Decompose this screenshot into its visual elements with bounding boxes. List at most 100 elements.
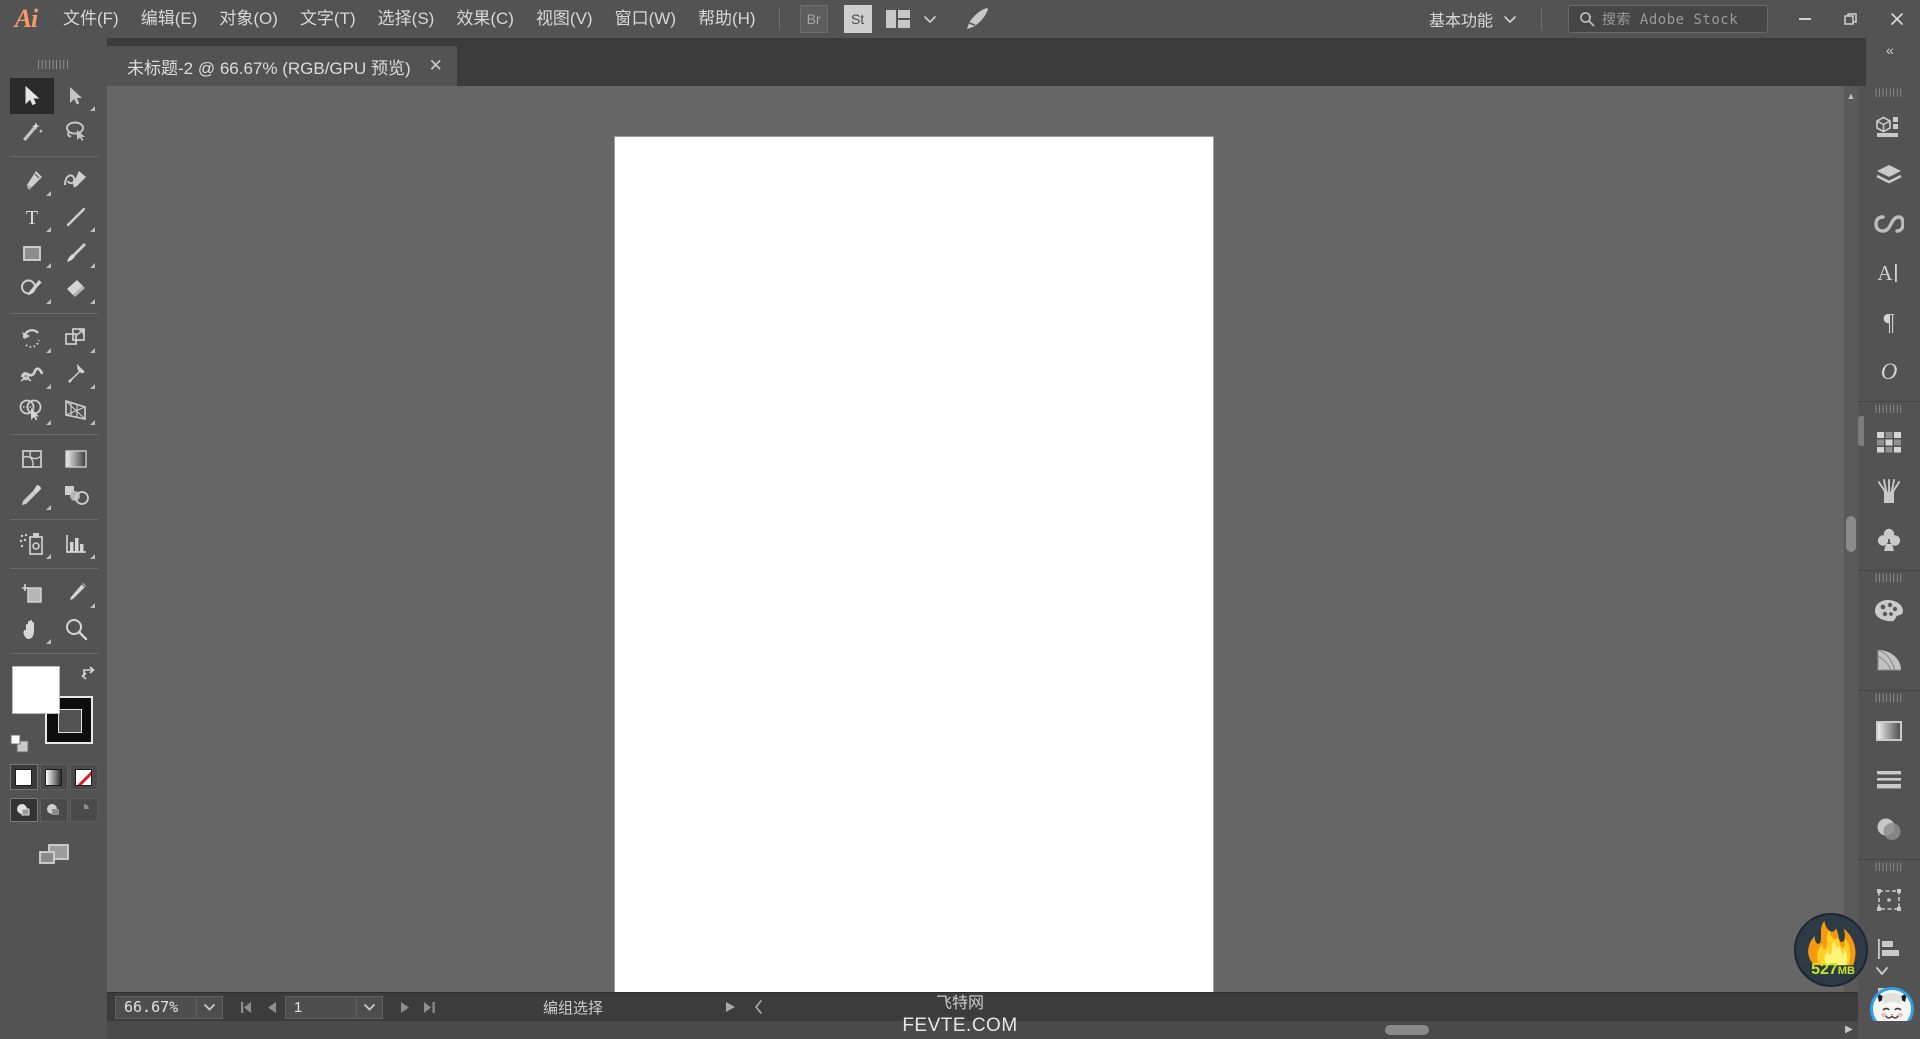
workspace-switcher[interactable]: 基本功能 (1417, 7, 1529, 31)
panel-opentype[interactable]: O (1858, 346, 1920, 395)
symbol-sprayer-tool[interactable] (10, 526, 54, 562)
panel-layers[interactable] (1858, 150, 1920, 199)
magic-wand-tool[interactable] (10, 114, 54, 150)
document-tab[interactable]: 未标题-2 @ 66.67% (RGB/GPU 预览) ✕ (107, 46, 457, 86)
change-screen-mode-button[interactable] (31, 838, 77, 872)
panel-stroke[interactable] (1858, 755, 1920, 804)
scale-tool[interactable] (54, 320, 98, 356)
zoom-level-input[interactable]: 66.67% (115, 995, 197, 1019)
dock-group-grip[interactable]: |||||||| (1858, 691, 1920, 706)
free-transform-tool[interactable] (54, 356, 98, 392)
menu-window[interactable]: 窗口(W) (604, 0, 687, 38)
menu-edit[interactable]: 编辑(E) (130, 0, 209, 38)
dock-edge-handle[interactable] (1858, 416, 1864, 446)
eyedropper-tool[interactable] (10, 477, 54, 513)
gradient-tool[interactable] (54, 441, 98, 477)
first-artboard-icon[interactable] (233, 995, 259, 1020)
hand-tool[interactable] (10, 611, 54, 647)
last-artboard-icon[interactable] (417, 995, 443, 1020)
rotate-tool[interactable] (10, 320, 54, 356)
perspective-grid-tool[interactable] (54, 392, 98, 428)
horizontal-scroll-thumb[interactable] (1385, 1025, 1429, 1035)
panel-color[interactable] (1858, 586, 1920, 635)
curvature-tool[interactable] (54, 163, 98, 199)
current-tool-status[interactable]: 编组选择 (543, 997, 603, 1018)
dock-group-grip[interactable]: |||||||| (1858, 860, 1920, 875)
artboard-number-input[interactable]: 1 (285, 995, 357, 1019)
type-tool[interactable]: T (10, 199, 54, 235)
menu-view[interactable]: 视图(V) (525, 0, 604, 38)
window-restore-button[interactable] (1828, 0, 1874, 38)
gradient-mode-button[interactable] (39, 764, 68, 790)
dock-group-grip[interactable]: |||||||| (1858, 86, 1920, 101)
artboard-dropdown-icon[interactable] (357, 995, 383, 1019)
shape-builder-tool[interactable] (10, 392, 54, 428)
dock-group-grip[interactable]: |||||||| (1858, 571, 1920, 586)
panel-swatches[interactable] (1858, 417, 1920, 466)
paintbrush-tool[interactable] (54, 235, 98, 271)
column-graph-tool[interactable] (54, 526, 98, 562)
panel-libraries[interactable] (1858, 199, 1920, 248)
canvas-area[interactable]: ▲ ▼ (107, 86, 1858, 1010)
next-artboard-icon[interactable] (391, 995, 417, 1020)
color-mode-button[interactable] (9, 764, 38, 790)
dock-collapse-button[interactable]: « (1866, 38, 1920, 58)
panel-transform[interactable] (1858, 875, 1920, 924)
panel-character[interactable]: A (1858, 248, 1920, 297)
menu-effect[interactable]: 效果(C) (445, 0, 525, 38)
slice-tool[interactable] (54, 575, 98, 611)
window-minimize-button[interactable] (1782, 0, 1828, 38)
memory-chevron-down-icon[interactable] (1874, 965, 1890, 977)
panel-properties[interactable] (1858, 101, 1920, 150)
menu-select[interactable]: 选择(S) (367, 0, 446, 38)
menu-help[interactable]: 帮助(H) (687, 0, 767, 38)
toolbar-grip[interactable]: ||||||||| (0, 60, 107, 74)
shaper-tool[interactable] (10, 271, 54, 307)
canvas-vertical-scrollbar[interactable]: ▲ ▼ (1844, 86, 1858, 1010)
panel-gradient[interactable] (1858, 706, 1920, 755)
draw-normal-button[interactable] (9, 798, 38, 822)
fill-color-swatch[interactable] (11, 666, 60, 714)
line-segment-tool[interactable] (54, 199, 98, 235)
artboard-tool[interactable] (10, 575, 54, 611)
pen-tool[interactable] (10, 163, 54, 199)
menu-object[interactable]: 对象(O) (208, 0, 289, 38)
mesh-tool[interactable] (10, 441, 54, 477)
bridge-button[interactable]: Br (799, 5, 828, 33)
draw-behind-button[interactable] (39, 798, 68, 822)
panel-transparency[interactable] (1858, 804, 1920, 853)
scroll-up-icon[interactable]: ▲ (1844, 88, 1858, 104)
eraser-tool[interactable] (54, 271, 98, 307)
arrange-chevron-down-icon[interactable] (916, 4, 944, 34)
window-close-button[interactable] (1874, 0, 1920, 38)
rectangle-tool[interactable] (10, 235, 54, 271)
arrange-documents-icon[interactable] (880, 4, 916, 34)
blend-tool[interactable] (54, 477, 98, 513)
menu-file[interactable]: 文件(F) (52, 0, 130, 38)
status-play-icon[interactable] (723, 1000, 737, 1014)
swap-fill-stroke-icon[interactable] (80, 664, 98, 682)
rocket-icon[interactable] (958, 4, 996, 34)
zoom-tool[interactable] (54, 611, 98, 647)
dock-group-grip[interactable]: |||||||| (1858, 402, 1920, 417)
memory-usage-badge[interactable]: 527MB (1794, 913, 1868, 987)
status-left-icon[interactable] (753, 1000, 765, 1014)
scroll-right-icon[interactable]: ▶ (1840, 1021, 1858, 1039)
default-fill-stroke-icon[interactable] (10, 734, 30, 754)
zoom-level-dropdown-icon[interactable] (197, 995, 223, 1019)
panel-paragraph[interactable]: ¶ (1858, 297, 1920, 346)
previous-artboard-icon[interactable] (259, 995, 285, 1020)
none-mode-button[interactable] (69, 764, 98, 790)
panel-symbols[interactable] (1858, 515, 1920, 564)
document-tab-close-icon[interactable]: ✕ (429, 56, 443, 76)
menu-type[interactable]: 文字(T) (289, 0, 367, 38)
direct-selection-tool[interactable] (54, 78, 98, 114)
draw-inside-button[interactable] (69, 798, 98, 822)
stock-search-input[interactable]: 搜索 Adobe Stock (1568, 5, 1768, 33)
artboard-1[interactable] (614, 136, 1214, 993)
width-tool[interactable] (10, 356, 54, 392)
panel-color-guide[interactable] (1858, 635, 1920, 684)
stock-button[interactable]: St (843, 5, 872, 33)
vertical-scroll-thumb[interactable] (1846, 516, 1856, 552)
lasso-tool[interactable] (54, 114, 98, 150)
